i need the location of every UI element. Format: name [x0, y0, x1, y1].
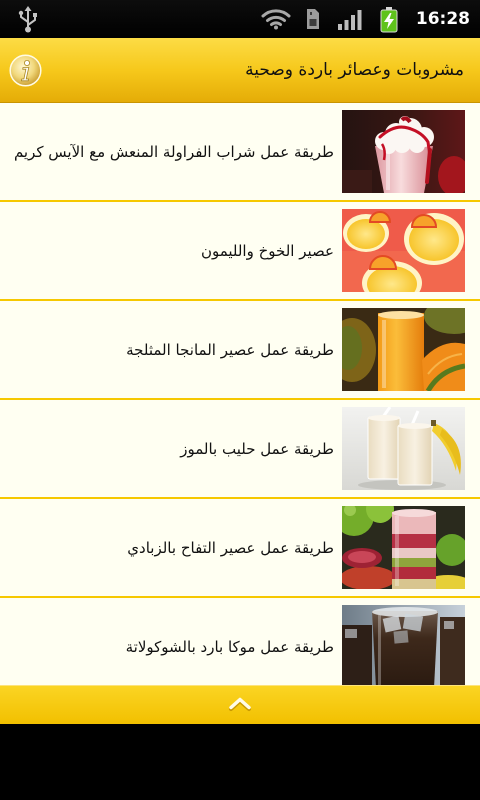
app-header: مشروبات وعصائر باردة وصحية [0, 38, 480, 103]
scroll-to-top-bar[interactable] [0, 685, 480, 724]
chevron-up-icon [229, 697, 251, 711]
apple-yogurt-juice-image [342, 506, 465, 589]
screen-bottom-area [0, 724, 480, 800]
list-item-title: طريقة عمل شراب الفراولة المنعش مع الآيس … [13, 142, 334, 161]
status-clock: 16:28 [415, 9, 470, 29]
signal-icon [338, 10, 362, 30]
list-item[interactable]: طريقة عمل شراب الفراولة المنعش مع الآيس … [0, 103, 480, 202]
list-item[interactable]: طريقة عمل حليب بالموز [0, 400, 480, 499]
list-item-title: طريقة عمل عصير التفاح بالزبادي [127, 538, 334, 557]
info-icon [9, 54, 42, 87]
list-item-title: طريقة عمل موكا بارد بالشوكولاتة [125, 637, 334, 656]
battery-charging-icon [380, 7, 398, 33]
page-title: مشروبات وعصائر باردة وصحية [245, 60, 464, 80]
list-item-title: طريقة عمل عصير المانجا المثلجة [126, 340, 334, 359]
list-item[interactable]: طريقة عمل موكا بارد بالشوكولاتة [0, 598, 480, 685]
list-item[interactable]: طريقة عمل عصير التفاح بالزبادي [0, 499, 480, 598]
list-item[interactable]: عصير الخوخ والليمون [0, 202, 480, 301]
status-bar: 16:28 [0, 0, 480, 38]
banana-milk-image [342, 407, 465, 490]
sim-card-icon [307, 9, 319, 29]
list-item-title: عصير الخوخ والليمون [200, 241, 334, 260]
usb-icon [18, 6, 37, 33]
wifi-icon [261, 9, 291, 30]
info-button[interactable] [9, 54, 42, 87]
iced-mocha-image [342, 605, 465, 685]
list-item[interactable]: طريقة عمل عصير المانجا المثلجة [0, 301, 480, 400]
mango-juice-image [342, 308, 465, 391]
strawberry-drink-image [342, 110, 465, 193]
recipe-list[interactable]: طريقة عمل شراب الفراولة المنعش مع الآيس … [0, 103, 480, 685]
peach-lemon-juice-image [342, 209, 465, 292]
list-item-title: طريقة عمل حليب بالموز [180, 439, 334, 458]
